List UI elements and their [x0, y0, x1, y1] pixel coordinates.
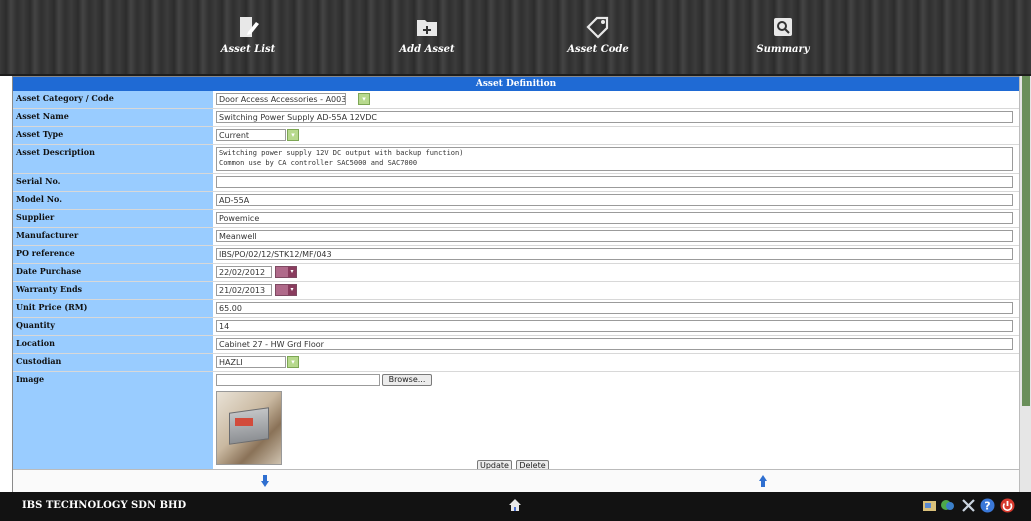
asset-category-select[interactable]: Door Access Accessories - A0037 — [216, 93, 346, 105]
row-location: Location Cabinet 27 - HW Grd Floor — [13, 336, 1019, 354]
location-input[interactable]: Cabinet 27 - HW Grd Floor — [216, 338, 1013, 350]
row-unit-price: Unit Price (RM) 65.00 — [13, 300, 1019, 318]
unit-price-input[interactable]: 65.00 — [216, 302, 1013, 314]
row-date-purchase: Date Purchase 22/02/2012 ▾ — [13, 264, 1019, 282]
top-nav-bar: Asset List Add Asset Asset Code Summary — [0, 0, 1031, 76]
label-asset-description: Asset Description — [16, 147, 95, 157]
gallery-icon[interactable] — [922, 498, 937, 513]
label-unit-price: Unit Price (RM) — [16, 302, 88, 312]
navigation-strip — [13, 469, 1019, 493]
search-document-icon — [770, 14, 796, 40]
row-custodian: Custodian HAZLI ▾ — [13, 354, 1019, 372]
panel-title: Asset Definition — [13, 77, 1019, 91]
description-line-1: Switching power supply 12V DC output wit… — [219, 149, 464, 157]
home-icon[interactable] — [508, 498, 522, 512]
label-asset-type: Asset Type — [16, 129, 64, 139]
form-rows: Asset Category / Code Door Access Access… — [13, 91, 1019, 475]
bottom-bar: IBS TECHNOLOGY SDN BHD ? — [0, 492, 1031, 521]
photo-label-sticker — [235, 418, 253, 426]
svg-text:?: ? — [984, 500, 990, 513]
quantity-input[interactable]: 14 — [216, 320, 1013, 332]
label-warranty-ends: Warranty Ends — [16, 284, 83, 294]
tag-icon — [585, 14, 611, 40]
row-image: Image Browse... Update Delete — [13, 372, 1019, 475]
supplier-input[interactable]: Powemice — [216, 212, 1013, 224]
row-warranty-ends: Warranty Ends 21/02/2013 ▾ — [13, 282, 1019, 300]
row-serial-no: Serial No. — [13, 174, 1019, 192]
nav-asset-list-label: Asset List — [220, 44, 276, 55]
label-serial-no: Serial No. — [16, 176, 61, 186]
asset-category-dropdown-icon[interactable]: ▾ — [358, 93, 370, 105]
label-custodian: Custodian — [16, 356, 62, 366]
asset-image-thumbnail — [216, 391, 282, 465]
nav-summary[interactable]: Summary — [738, 14, 828, 55]
nav-add-asset[interactable]: Add Asset — [382, 14, 472, 55]
tools-icon[interactable] — [961, 498, 976, 513]
label-quantity: Quantity — [16, 320, 55, 330]
serial-no-input[interactable] — [216, 176, 1013, 188]
row-quantity: Quantity 14 — [13, 318, 1019, 336]
help-icon[interactable]: ? — [980, 498, 995, 513]
asset-type-dropdown-icon[interactable]: ▾ — [287, 129, 299, 141]
row-po-reference: PO reference IBS/PO/02/12/STK12/MF/043 — [13, 246, 1019, 264]
row-asset-description: Asset Description Switching power supply… — [13, 145, 1019, 174]
description-line-2: Common use by CA controller SAC5000 and … — [219, 159, 418, 167]
label-supplier: Supplier — [16, 212, 55, 222]
warranty-ends-calendar-icon[interactable]: ▾ — [275, 284, 297, 296]
row-manufacturer: Manufacturer Meanwell — [13, 228, 1019, 246]
manufacturer-input[interactable]: Meanwell — [216, 230, 1013, 242]
nav-asset-code-label: Asset Code — [567, 44, 629, 55]
nav-add-asset-label: Add Asset — [399, 44, 455, 55]
nav-asset-code[interactable]: Asset Code — [553, 14, 643, 55]
warranty-ends-input[interactable]: 21/02/2013 — [216, 284, 272, 296]
browse-button[interactable]: Browse... — [382, 374, 432, 386]
label-asset-name: Asset Name — [16, 111, 69, 121]
asset-description-textarea[interactable]: Switching power supply 12V DC output wit… — [216, 147, 1013, 171]
row-asset-category: Asset Category / Code Door Access Access… — [13, 91, 1019, 109]
date-purchase-input[interactable]: 22/02/2012 — [216, 266, 272, 278]
power-icon[interactable] — [1000, 498, 1015, 513]
label-location: Location — [16, 338, 55, 348]
date-purchase-calendar-icon[interactable]: ▾ — [275, 266, 297, 278]
nav-asset-list[interactable]: Asset List — [203, 14, 293, 55]
label-asset-category: Asset Category / Code — [16, 93, 114, 103]
asset-definition-panel: Asset Definition Asset Category / Code D… — [12, 76, 1020, 494]
label-manufacturer: Manufacturer — [16, 230, 79, 240]
folder-add-icon — [414, 14, 440, 40]
document-edit-icon — [235, 14, 261, 40]
label-image: Image — [16, 374, 45, 384]
asset-name-input[interactable]: Switching Power Supply AD-55A 12VDC — [216, 111, 1013, 123]
image-file-input[interactable] — [216, 374, 380, 386]
po-reference-input[interactable]: IBS/PO/02/12/STK12/MF/043 — [216, 248, 1013, 260]
nav-summary-label: Summary — [756, 44, 810, 55]
row-asset-name: Asset Name Switching Power Supply AD-55A… — [13, 109, 1019, 127]
label-po-reference: PO reference — [16, 248, 75, 258]
row-asset-type: Asset Type Current ▾ — [13, 127, 1019, 145]
custodian-dropdown-icon[interactable]: ▾ — [287, 356, 299, 368]
power-supply-photo — [229, 407, 269, 445]
label-date-purchase: Date Purchase — [16, 266, 82, 276]
row-supplier: Supplier Powemice — [13, 210, 1019, 228]
chat-icon[interactable] — [940, 498, 955, 513]
scrollbar-thumb[interactable] — [1022, 76, 1030, 406]
custodian-select[interactable]: HAZLI — [216, 356, 286, 368]
label-model-no: Model No. — [16, 194, 62, 204]
asset-type-select[interactable]: Current — [216, 129, 286, 141]
arrow-down-icon[interactable] — [261, 475, 269, 487]
arrow-up-icon[interactable] — [759, 475, 767, 487]
company-name: IBS TECHNOLOGY SDN BHD — [22, 500, 187, 511]
row-model-no: Model No. AD-55A — [13, 192, 1019, 210]
model-no-input[interactable]: AD-55A — [216, 194, 1013, 206]
vertical-scrollbar[interactable] — [1019, 76, 1031, 492]
